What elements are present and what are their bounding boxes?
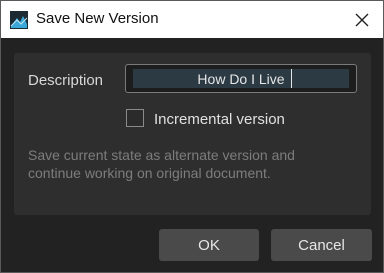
title-bar: Save New Version (1, 1, 383, 38)
cancel-button[interactable]: Cancel (271, 229, 372, 261)
description-input[interactable] (133, 69, 349, 88)
close-icon (355, 13, 369, 27)
incremental-version-checkbox[interactable] (126, 109, 144, 127)
window-title: Save New Version (36, 10, 159, 27)
text-caret (291, 69, 292, 88)
save-new-version-dialog: Save New Version Description Incremental… (0, 0, 384, 273)
description-field[interactable] (125, 64, 357, 93)
ok-button[interactable]: OK (159, 229, 259, 261)
help-text: Save current state as alternate version … (28, 147, 295, 181)
app-logo-icon (10, 11, 28, 29)
options-panel: Description Incremental version Save cur… (14, 53, 371, 215)
incremental-version-label[interactable]: Incremental version (154, 111, 285, 128)
close-button[interactable] (347, 5, 377, 35)
description-label: Description (28, 72, 104, 89)
